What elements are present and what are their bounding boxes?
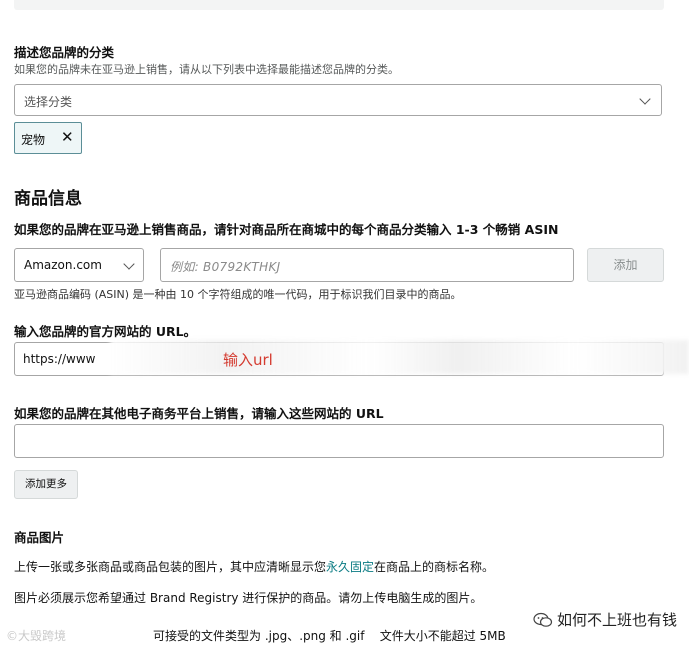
images-line-1-post: 在商品上的商标名称。 <box>374 560 495 574</box>
images-title: 商品图片 <box>14 530 65 545</box>
add-more-button-label: 添加更多 <box>25 478 67 490</box>
top-panel-edge <box>14 0 664 10</box>
asin-hint: 亚马逊商品编码 (ASIN) 是一种由 10 个字符组成的唯一代码，用于标识我们… <box>14 288 462 301</box>
wechat-icon <box>533 612 553 628</box>
product-info-title: 商品信息 <box>14 189 82 209</box>
category-hint: 如果您的品牌未在亚马逊上销售，请从以下列表中选择最能描述您品牌的分类。 <box>14 63 399 76</box>
annotation-text: 输入url <box>223 351 273 369</box>
close-icon[interactable]: ✕ <box>61 128 74 146</box>
asin-placeholder: 例如: B0792KTHKJ <box>170 260 281 274</box>
redacted-area <box>110 340 689 374</box>
add-asin-button[interactable]: 添加 <box>587 248 664 282</box>
images-line-1-pre: 上传一张或多张商品或商品包装的图片，其中应清晰显示您 <box>14 560 327 574</box>
category-select[interactable]: 选择分类 <box>14 84 662 116</box>
add-more-button[interactable]: 添加更多 <box>14 470 78 499</box>
marketplace-select[interactable]: Amazon.com <box>14 248 144 282</box>
other-platforms-label: 如果您的品牌在其他电子商务平台上销售，请输入这些网站的 URL <box>14 406 384 421</box>
watermark-left: ©大毁跨境 <box>6 629 67 643</box>
category-label: 描述您品牌的分类 <box>14 45 115 60</box>
chevron-down-icon <box>123 258 135 270</box>
asin-input[interactable]: 例如: B0792KTHKJ <box>160 248 574 282</box>
permanent-link[interactable]: 永久固定 <box>326 560 374 574</box>
category-select-placeholder: 选择分类 <box>24 95 73 109</box>
images-line-3: 可接受的文件类型为 .jpg、.png 和 .gif 文件大小不能超过 5MB <box>153 629 506 643</box>
website-label: 输入您品牌的官方网站的 URL。 <box>14 324 197 339</box>
other-platform-url-input[interactable] <box>14 424 664 458</box>
watermark: 如何不上班也有钱 <box>533 609 677 630</box>
website-url-value: https://www <box>23 352 96 366</box>
images-line-1: 上传一张或多张商品或商品包装的图片，其中应清晰显示您永久固定在商品上的商标名称。 <box>14 558 494 575</box>
images-line-2: 图片必须展示您希望通过 Brand Registry 进行保护的商品。请勿上传电… <box>14 591 483 605</box>
marketplace-value: Amazon.com <box>24 258 102 272</box>
selected-category-chip: 宠物 ✕ <box>14 122 82 154</box>
watermark-text: 如何不上班也有钱 <box>556 611 677 629</box>
add-asin-button-label: 添加 <box>613 258 638 272</box>
asin-label: 如果您的品牌在亚马逊上销售商品，请针对商品所在商城中的每个商品分类输入 1-3 … <box>14 222 559 237</box>
chip-label: 宠物 <box>21 133 46 147</box>
chevron-down-icon <box>639 93 651 105</box>
